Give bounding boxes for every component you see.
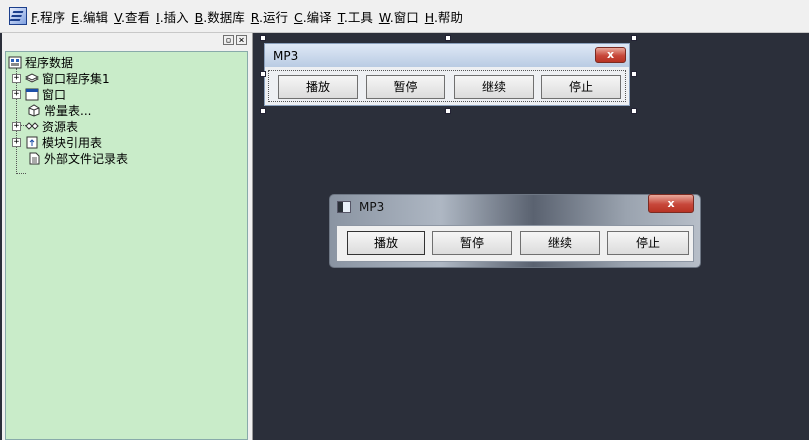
pause-button[interactable]: 暂停 [432,231,512,255]
menu-tools[interactable]: T.工具 [338,0,379,33]
design-pause-button[interactable]: 暂停 [366,75,445,99]
panel-close-button[interactable]: × [236,35,247,46]
resume-button[interactable]: 继续 [520,231,600,255]
tree-root[interactable]: 程序数据 [8,54,73,70]
tree-item-module-refs[interactable]: + 模块引用表 [12,134,102,150]
panel-header: ▫ × [2,33,252,46]
tree-item-label: 模块引用表 [42,135,103,150]
tree-item-label: 资源表 [42,119,79,134]
design-form-close-button[interactable]: x [595,47,626,63]
running-window-client: 播放 暂停 继续 停止 [336,225,694,262]
stop-button[interactable]: 停止 [607,231,689,255]
design-form[interactable]: MP3 x 播放 暂停 继续 停止 [264,43,630,106]
resize-handle-nw[interactable] [260,35,266,41]
layers-icon [24,72,40,85]
menu-window[interactable]: W.窗口 [379,0,425,33]
resize-handle-n[interactable] [445,35,451,41]
running-window-titlebar[interactable]: MP3 [337,200,384,214]
tree-item-label: 外部文件记录表 [44,151,129,166]
tree-item-resources[interactable]: + 资源表 [12,118,78,134]
module-icon [25,136,39,149]
design-form-canvas[interactable]: 播放 暂停 继续 停止 [268,70,626,102]
window-app-icon [337,201,351,213]
running-window[interactable]: MP3 x 播放 暂停 继续 停止 [329,194,701,268]
app-logo-icon[interactable] [9,7,27,25]
design-form-title: MP3 [273,48,299,63]
menu-edit[interactable]: E.编辑 [71,0,114,33]
expand-toggle[interactable]: + [12,89,21,99]
menu-insert[interactable]: I.插入 [156,0,195,33]
tree-item-constants[interactable]: 常量表... [27,102,91,118]
design-stop-button[interactable]: 停止 [541,75,621,99]
menu-bar: F.程序 E.编辑 V.查看 I.插入 B.数据库 R.运行 C.编译 T.工具… [0,0,809,33]
document-icon [27,152,41,165]
expand-toggle[interactable]: + [12,73,21,83]
window-icon [25,88,39,101]
project-panel: ▫ × 程序数据 + 窗口程序集1 + 窗口 常量表... + 资源表 + 模块… [2,33,253,440]
menu-view[interactable]: V.查看 [114,0,156,33]
resize-handle-w[interactable] [260,71,266,77]
tree-item-window-assembly[interactable]: + 窗口程序集1 [12,70,110,86]
cube-icon [27,103,41,117]
expand-toggle[interactable]: + [12,121,21,131]
menu-compile[interactable]: C.编译 [294,0,338,33]
running-window-title: MP3 [359,200,385,214]
resize-handle-sw[interactable] [260,108,266,114]
tree-item-label: 窗口程序集1 [42,71,110,86]
play-button[interactable]: 播放 [347,231,425,255]
program-data-icon [8,56,22,69]
running-window-close-button[interactable]: x [648,194,694,213]
expand-toggle[interactable]: + [12,137,21,147]
menu-help[interactable]: H.帮助 [425,0,469,33]
design-play-button[interactable]: 播放 [278,75,358,99]
resize-handle-s[interactable] [445,108,451,114]
tree-item-label: 常量表... [44,103,92,118]
menu-run[interactable]: R.运行 [251,0,294,33]
project-tree: 程序数据 + 窗口程序集1 + 窗口 常量表... + 资源表 + 模块引用表 … [5,51,248,440]
panel-restore-button[interactable]: ▫ [223,35,234,46]
resize-handle-se[interactable] [631,108,637,114]
resize-handle-e[interactable] [631,71,637,77]
menu-program[interactable]: F.程序 [31,0,71,33]
tree-item-window[interactable]: + 窗口 [12,86,66,102]
design-form-titlebar[interactable]: MP3 [265,44,629,67]
tree-item-external-files[interactable]: 外部文件记录表 [27,150,128,166]
tree-root-label: 程序数据 [25,55,74,70]
resize-handle-ne[interactable] [631,35,637,41]
resources-icon [25,120,39,133]
tree-connector [16,173,26,174]
design-resume-button[interactable]: 继续 [454,75,534,99]
tree-item-label: 窗口 [42,87,67,102]
menu-database[interactable]: B.数据库 [195,0,251,33]
